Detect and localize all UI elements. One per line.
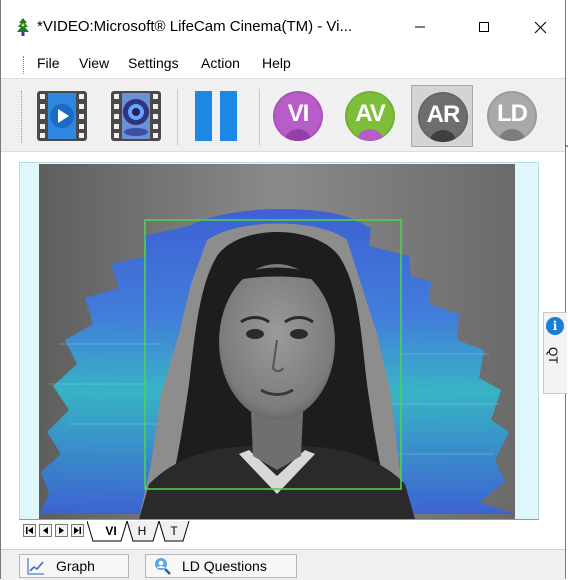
sheet-tab-t[interactable]: T	[164, 522, 184, 540]
mode-ld-button[interactable]: LD	[481, 85, 543, 147]
pause-icon	[195, 91, 237, 141]
video-display[interactable]	[39, 164, 515, 519]
close-button[interactable]	[517, 10, 563, 44]
prev-icon	[43, 527, 48, 534]
sheet-tab-vi[interactable]: VI	[99, 522, 123, 540]
menu-action[interactable]: Action	[201, 55, 240, 71]
last-icon	[74, 527, 81, 534]
app-logo-icon	[13, 17, 33, 37]
menu-settings[interactable]: Settings	[128, 55, 179, 71]
person-silhouette-icon	[498, 129, 526, 141]
close-icon	[534, 21, 546, 33]
graph-label: Graph	[56, 558, 95, 574]
main-area: i QT	[1, 152, 567, 524]
status-bar: Graph LD Questions	[1, 549, 565, 580]
graph-button[interactable]: Graph	[19, 554, 129, 578]
person-search-icon	[155, 558, 171, 575]
camera-feed-image	[39, 164, 515, 519]
side-panel-label: QT	[546, 347, 560, 364]
mode-vi-icon: VI	[273, 91, 323, 141]
sheet-tab-strip: VI H T	[19, 519, 539, 544]
mode-av-label: AV	[355, 100, 386, 127]
menu-help[interactable]: Help	[262, 55, 291, 71]
last-tab-button[interactable]	[71, 524, 84, 537]
toolbar: VI AV AR LD ⌄	[1, 78, 568, 152]
window-title: *VIDEO:Microsoft® LifeCam Cinema(TM) - V…	[37, 18, 352, 35]
toolbar-grip[interactable]	[21, 91, 24, 143]
app-window: *VIDEO:Microsoft® LifeCam Cinema(TM) - V…	[0, 0, 568, 580]
first-icon	[26, 527, 33, 534]
menu-view[interactable]: View	[79, 55, 109, 71]
info-icon: i	[546, 317, 564, 335]
minimize-button[interactable]	[397, 10, 443, 44]
next-tab-button[interactable]	[55, 524, 68, 537]
menu-file[interactable]: File	[37, 55, 60, 71]
title-bar[interactable]: *VIDEO:Microsoft® LifeCam Cinema(TM) - V…	[1, 0, 565, 48]
ld-questions-label: LD Questions	[182, 558, 267, 574]
mode-av-button[interactable]: AV	[339, 85, 401, 147]
prev-tab-button[interactable]	[39, 524, 52, 537]
toolbar-overflow-icon[interactable]: ⌄	[563, 139, 568, 150]
maximize-icon	[479, 22, 489, 32]
side-panel-tab-qt[interactable]: i QT	[543, 312, 567, 394]
menu-grip[interactable]	[23, 56, 26, 74]
toolbar-separator	[177, 89, 178, 145]
person-silhouette-icon	[356, 129, 384, 141]
first-tab-button[interactable]	[23, 524, 36, 537]
mode-vi-button[interactable]: VI	[267, 85, 329, 147]
mode-ar-label: AR	[426, 101, 461, 128]
mode-ar-icon: AR	[418, 92, 468, 142]
mode-av-icon: AV	[345, 91, 395, 141]
mode-vi-label: VI	[287, 100, 310, 127]
minimize-icon	[415, 26, 425, 28]
toolbar-separator	[259, 89, 260, 145]
webcam-capture-button[interactable]	[105, 85, 167, 147]
pause-button[interactable]	[187, 85, 249, 147]
film-play-icon	[37, 91, 87, 141]
mode-ld-label: LD	[497, 100, 528, 127]
line-chart-icon	[27, 558, 44, 575]
menu-bar: File View Settings Action Help	[1, 48, 565, 78]
maximize-button[interactable]	[461, 10, 507, 44]
next-icon	[59, 527, 64, 534]
person-silhouette-icon	[429, 130, 457, 142]
ld-questions-button[interactable]: LD Questions	[145, 554, 297, 578]
play-video-button[interactable]	[31, 85, 93, 147]
film-webcam-icon	[111, 91, 161, 141]
mode-ld-icon: LD	[487, 91, 537, 141]
sheet-tab-h[interactable]: H	[132, 522, 152, 540]
person-silhouette-icon	[284, 129, 312, 141]
mode-ar-button[interactable]: AR	[411, 85, 473, 147]
